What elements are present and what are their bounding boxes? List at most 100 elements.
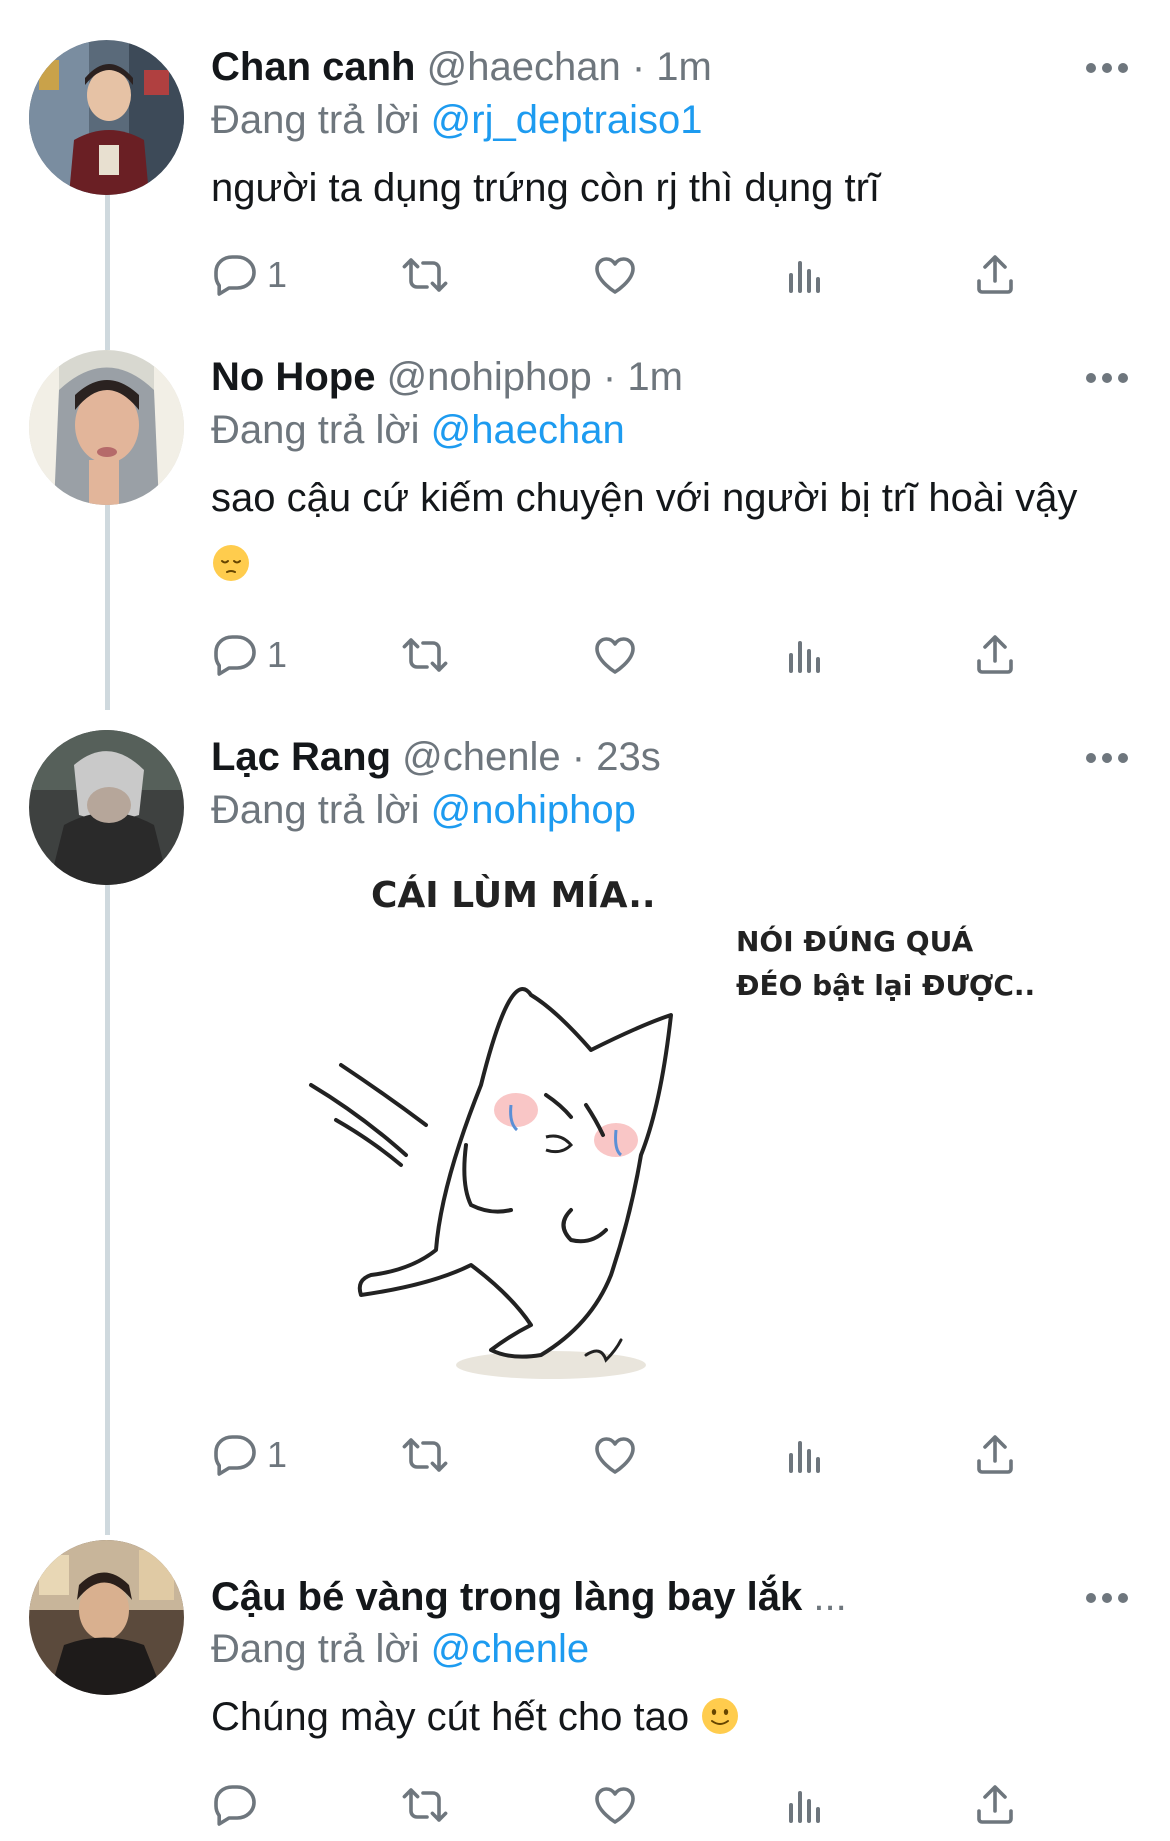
tweet-text-content: Chúng mày cút hết cho tao	[211, 1695, 690, 1739]
reply-count: 1	[267, 254, 288, 295]
meme-caption-top: CÁI LÙM MÍA..	[371, 874, 656, 916]
share-icon	[977, 255, 1013, 294]
timestamp[interactable]: 23s	[596, 735, 661, 779]
replying-to-label: Đang trả lời	[211, 788, 420, 832]
tweet-actions: 1	[211, 250, 1031, 300]
more-dots-icon[interactable]	[1086, 368, 1128, 388]
share-button[interactable]	[971, 250, 1019, 300]
avatar[interactable]	[29, 730, 184, 885]
heart-icon	[595, 1437, 635, 1474]
reply-count: 1	[267, 1434, 288, 1475]
timestamp[interactable]: 1m	[627, 355, 683, 399]
reply-bubble-icon	[214, 1785, 256, 1826]
like-button[interactable]	[591, 1430, 639, 1480]
more-dots-icon[interactable]	[1086, 58, 1128, 78]
replying-to: Đang trả lời @nohiphop	[211, 785, 636, 835]
like-button[interactable]	[591, 250, 639, 300]
heart-icon	[595, 257, 635, 294]
tweet[interactable]: No Hope @nohiphop · 1m Đang trả lời @hae…	[0, 330, 1170, 710]
retweet-button[interactable]	[401, 250, 449, 300]
tweet-actions: 1	[211, 630, 1031, 680]
retweet-button[interactable]	[401, 1430, 449, 1480]
reply-bubble-icon	[214, 635, 256, 676]
retweet-button[interactable]	[401, 1780, 449, 1830]
share-button[interactable]	[971, 1430, 1019, 1480]
like-button[interactable]	[591, 1780, 639, 1830]
analytics-button[interactable]	[781, 250, 829, 300]
meme-caption-right-2: ĐÉO bật lại ĐƯỢC..	[736, 968, 1035, 1002]
name-truncation-ellipsis: ...	[813, 1575, 847, 1619]
tweet-image[interactable]: CÁI LÙM MÍA.. NÓI ĐÚNG QUÁ ĐÉO bật lại Đ…	[211, 855, 1111, 1415]
user-handle[interactable]: @nohiphop	[387, 355, 592, 399]
analytics-icon	[789, 1791, 820, 1823]
avatar[interactable]	[29, 350, 184, 505]
avatar[interactable]	[29, 1540, 184, 1695]
user-handle[interactable]: @chenle	[402, 735, 560, 779]
conversation-thread: Chan canh @haechan · 1m Đang trả lời @rj…	[0, 0, 1170, 1841]
replying-to: Đang trả lời @haechan	[211, 405, 625, 455]
analytics-icon	[789, 1441, 820, 1473]
replying-to-link[interactable]: @nohiphop	[431, 788, 636, 832]
retweet-button[interactable]	[401, 630, 449, 680]
more-dots-icon[interactable]	[1086, 748, 1128, 768]
replying-to: Đang trả lời @chenle	[211, 1624, 589, 1674]
reply-button[interactable]	[211, 1780, 267, 1830]
retweet-icon	[402, 638, 448, 672]
replying-to-label: Đang trả lời	[211, 98, 420, 142]
tweet-text-content: sao cậu cứ kiếm chuyện với người bị trĩ …	[211, 476, 1078, 520]
display-name[interactable]: Chan canh	[211, 45, 415, 89]
share-icon	[977, 1785, 1013, 1824]
separator-dot: ·	[602, 355, 617, 399]
analytics-button[interactable]	[781, 630, 829, 680]
share-icon	[977, 635, 1013, 674]
display-name[interactable]: No Hope	[211, 355, 375, 399]
pensive-face-emoji	[213, 545, 249, 581]
replying-to-label: Đang trả lời	[211, 1627, 420, 1671]
replying-to-link[interactable]: @rj_deptraiso1	[431, 98, 703, 142]
slightly-smiling-face-emoji	[702, 1698, 739, 1734]
analytics-button[interactable]	[781, 1430, 829, 1480]
reply-bubble-icon	[214, 1435, 256, 1476]
separator-dot: ·	[631, 45, 646, 89]
share-icon	[977, 1435, 1013, 1474]
more-dots-icon[interactable]	[1086, 1588, 1128, 1608]
share-button[interactable]	[971, 1780, 1019, 1830]
tweet[interactable]: Cậu bé vàng trong làng bay lắk ... Đang …	[0, 1540, 1170, 1841]
tweet-actions: 1	[211, 1430, 1031, 1480]
tweet-text: sao cậu cứ kiếm chuyện với người bị trĩ …	[211, 465, 1091, 597]
retweet-icon	[402, 1438, 448, 1472]
separator-dot: ·	[571, 735, 586, 779]
heart-icon	[595, 637, 635, 674]
display-name[interactable]: Cậu bé vàng trong làng bay lắk	[211, 1575, 802, 1619]
display-name[interactable]: Lạc Rang	[211, 735, 391, 779]
tweet-header: Cậu bé vàng trong làng bay lắk ...	[211, 1572, 1040, 1622]
tweet-header: Chan canh @haechan · 1m	[211, 42, 1040, 92]
reply-button[interactable]: 1	[211, 250, 287, 300]
analytics-icon	[789, 641, 820, 673]
avatar[interactable]	[29, 40, 184, 195]
tweet-text-content: người ta dụng trứng còn rj thì dụng trĩ	[211, 166, 881, 210]
user-handle[interactable]: @haechan	[427, 45, 621, 89]
tweet-header: Lạc Rang @chenle · 23s	[211, 732, 1040, 782]
analytics-icon	[789, 261, 820, 293]
share-button[interactable]	[971, 630, 1019, 680]
replying-to: Đang trả lời @rj_deptraiso1	[211, 95, 703, 145]
timestamp[interactable]: 1m	[656, 45, 712, 89]
reply-count: 1	[267, 634, 288, 675]
replying-to-link[interactable]: @chenle	[431, 1627, 589, 1671]
like-button[interactable]	[591, 630, 639, 680]
analytics-button[interactable]	[781, 1780, 829, 1830]
tweet-actions	[211, 1780, 1031, 1830]
retweet-icon	[402, 1788, 448, 1822]
heart-icon	[595, 1787, 635, 1824]
replying-to-link[interactable]: @haechan	[431, 408, 625, 452]
tweet-text: người ta dụng trứng còn rj thì dụng trĩ	[211, 155, 1091, 221]
retweet-icon	[402, 258, 448, 292]
reply-bubble-icon	[214, 255, 256, 296]
tweet[interactable]: Chan canh @haechan · 1m Đang trả lời @rj…	[0, 0, 1170, 330]
tweet-header: No Hope @nohiphop · 1m	[211, 352, 1040, 402]
reply-button[interactable]: 1	[211, 630, 287, 680]
meme-caption-right-1: NÓI ĐÚNG QUÁ	[736, 924, 973, 958]
tweet-text: Chúng mày cút hết cho tao	[211, 1684, 1091, 1750]
reply-button[interactable]: 1	[211, 1430, 287, 1480]
